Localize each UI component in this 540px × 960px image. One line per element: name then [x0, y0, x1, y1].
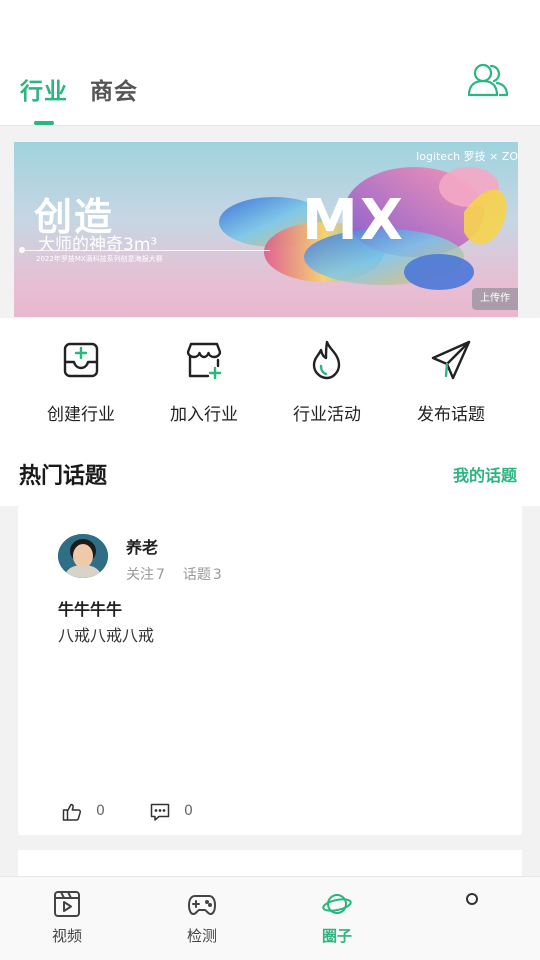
banner-brand: logitech 罗技 × ZO: [416, 150, 518, 163]
banner-dot: [19, 247, 25, 253]
nav-circle[interactable]: 圈子: [302, 889, 372, 955]
join-industry-button[interactable]: 加入行业: [142, 338, 266, 428]
quick-actions: 创建行业 加入行业 行业活动 发布话题: [0, 318, 540, 440]
create-industry-label: 创建行业: [47, 405, 115, 425]
follow-label: 关注: [126, 567, 154, 583]
create-industry-button[interactable]: 创建行业: [19, 338, 143, 428]
join-industry-label: 加入行业: [170, 405, 238, 425]
topic-count: 3: [212, 567, 222, 583]
tab-industry[interactable]: 行业: [20, 72, 68, 106]
nav-circle-label: 圈子: [321, 927, 352, 945]
users-icon[interactable]: [466, 62, 510, 100]
follow-count: 7: [156, 567, 165, 583]
hot-topics-title: 热门话题: [19, 464, 108, 489]
industry-events-label: 行业活动: [293, 405, 361, 425]
tab-chamber[interactable]: 商会: [90, 72, 138, 106]
gamepad-icon: [188, 895, 216, 915]
banner-upload-button[interactable]: 上传作: [472, 288, 518, 310]
planet-icon: [322, 894, 352, 914]
bottom-nav: 视频 检测 圈子: [0, 876, 540, 960]
thumbs-up-icon: [62, 803, 82, 821]
banner-divider: [20, 250, 270, 251]
nav-video[interactable]: 视频: [32, 889, 102, 955]
floating-dot-button[interactable]: [466, 893, 478, 905]
flame-icon: [312, 340, 341, 380]
comment-count: 0: [184, 803, 193, 819]
user-name[interactable]: 养老: [126, 534, 158, 558]
banner-subline: 大师的神奇3m³: [38, 235, 158, 255]
avatar-image: [58, 534, 108, 578]
publish-topic-button[interactable]: 发布话题: [389, 338, 513, 428]
post-body: 八戒八戒八戒: [58, 626, 155, 645]
nav-detect[interactable]: 检测: [167, 889, 237, 955]
industry-events-button[interactable]: 行业活动: [265, 338, 389, 428]
user-stats: 关注 7 话题 3: [126, 564, 224, 584]
banner-smallprint: 2022年罗技MX滴科技系列创意海报大赛: [36, 255, 163, 263]
nav-detect-label: 检测: [186, 927, 217, 945]
inbox-plus-icon: [63, 342, 99, 378]
store-plus-icon: [186, 342, 222, 380]
comment-icon: [150, 803, 170, 821]
paper-plane-icon: [431, 340, 471, 380]
video-icon: [54, 891, 80, 917]
top-bar: 行业 商会: [0, 0, 540, 126]
post-title: 牛牛牛牛: [58, 600, 123, 619]
like-count: 0: [96, 803, 105, 819]
banner-mx-text: MX: [302, 188, 405, 253]
my-topics-link[interactable]: 我的话题: [453, 462, 517, 486]
active-tab-indicator: [34, 121, 54, 125]
nav-video-label: 视频: [51, 927, 82, 945]
publish-topic-label: 发布话题: [417, 405, 485, 425]
topic-card[interactable]: 养老 关注 7 话题 3 牛牛牛牛 八戒八戒八戒 0 0: [18, 506, 522, 835]
topic-label: 话题: [182, 567, 211, 583]
avatar[interactable]: [58, 534, 108, 578]
hot-topics-header: 热门话题 我的话题: [0, 440, 540, 506]
promo-banner[interactable]: MX logitech 罗技 × ZO 创造 大师的神奇3m³ 2022年罗技M…: [14, 142, 518, 317]
